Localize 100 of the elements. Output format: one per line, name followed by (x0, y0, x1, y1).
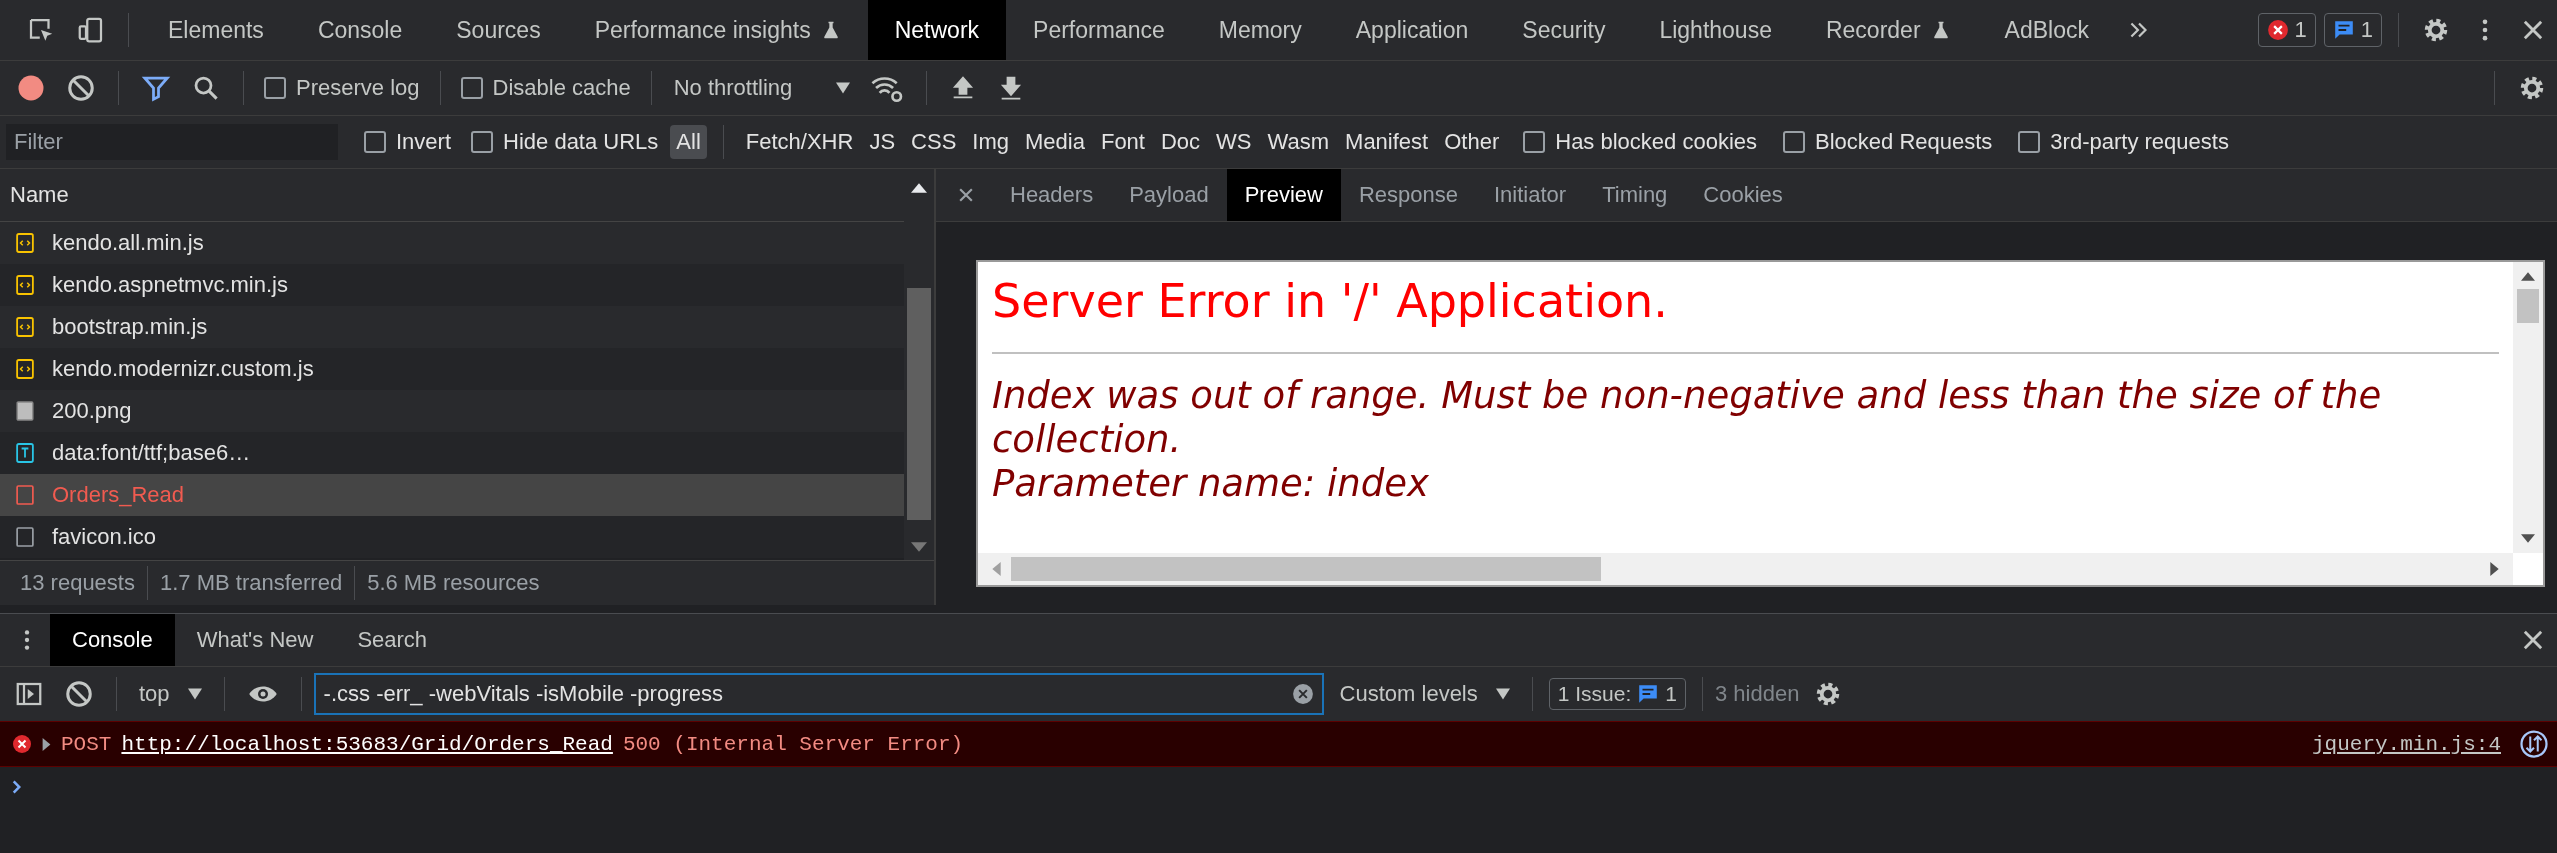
request-name: kendo.aspnetmvc.min.js (52, 272, 288, 298)
message-icon (1637, 683, 1660, 705)
record-icon[interactable] (16, 73, 46, 103)
request-name: Orders_Read (52, 482, 185, 508)
document-file-icon (16, 484, 34, 506)
request-name: kendo.all.min.js (52, 230, 204, 256)
checkbox[interactable] (364, 131, 386, 153)
type-filter[interactable]: Fetch/XHR (739, 125, 860, 159)
type-filter[interactable]: Manifest (1339, 125, 1435, 159)
scroll-down-icon[interactable] (911, 542, 927, 552)
detail-tab[interactable]: Cookies (1685, 169, 1801, 221)
panel-tab[interactable]: Security (1495, 0, 1633, 60)
type-filter[interactable]: CSS (905, 125, 963, 159)
scroll-up-icon[interactable] (911, 183, 927, 193)
scroll-down-icon[interactable] (2521, 534, 2535, 543)
type-filter[interactable]: Other (1438, 125, 1506, 159)
type-filter[interactable]: Wasm (1261, 125, 1336, 159)
source-link[interactable]: jquery.min.js:4 (2311, 732, 2501, 756)
clear-icon[interactable] (66, 73, 96, 103)
drawer-tab[interactable]: What's New (174, 614, 336, 666)
script-file-icon (16, 232, 34, 254)
checkbox-label[interactable]: Blocked Requests (1815, 129, 1993, 155)
scroll-thumb[interactable] (2517, 289, 2539, 323)
checkbox[interactable] (460, 77, 483, 99)
type-filter[interactable]: WS (1210, 125, 1258, 159)
issue-count-badge[interactable]: 1 (2323, 13, 2382, 47)
vertical-scrollbar[interactable] (2513, 262, 2543, 553)
panel-tab[interactable]: Network (867, 0, 1007, 60)
checkbox-label[interactable]: Invert (396, 129, 452, 155)
checkbox[interactable] (264, 77, 286, 99)
panel-tab[interactable]: Application (1328, 0, 1496, 60)
checkbox[interactable] (1523, 131, 1546, 153)
filter-field[interactable]: Filter (6, 124, 338, 160)
drawer-tab[interactable]: Search (335, 614, 450, 666)
panel-tab[interactable]: Recorder (1798, 0, 1978, 60)
panel-tab[interactable]: Sources (429, 0, 568, 60)
detail-tab[interactable]: Headers (992, 169, 1112, 221)
checkbox-label[interactable]: Hide data URLs (503, 129, 659, 155)
checkbox[interactable] (471, 131, 494, 153)
clear-field-icon[interactable] (1291, 683, 1314, 705)
request-row[interactable]: 200.png (0, 390, 904, 432)
message-status: 500 (Internal Server Error) (622, 732, 964, 756)
checkbox-label[interactable]: Has blocked cookies (1555, 129, 1758, 155)
request-name: favicon.ico (52, 524, 156, 550)
type-filter[interactable]: Img (966, 125, 1015, 159)
panel-tab[interactable]: Console (290, 0, 430, 60)
type-filter[interactable]: Doc (1154, 125, 1207, 159)
console-filter-field[interactable]: -.css -err_ -webVitals -isMobile -progress (313, 673, 1324, 715)
column-header[interactable]: Name (0, 169, 904, 222)
panel-tab[interactable]: Elements (141, 0, 291, 60)
error-count-badge[interactable]: 1 (2257, 13, 2316, 47)
panel-tab[interactable]: Lighthouse (1632, 0, 1799, 60)
detail-tab[interactable]: Initiator (1476, 169, 1585, 221)
horizontal-scrollbar[interactable] (978, 553, 2513, 585)
detail-tab[interactable]: Preview (1226, 169, 1341, 221)
request-name: data:font/ttf;base6… (52, 440, 251, 466)
detail-tab[interactable]: Payload (1111, 169, 1227, 221)
checkbox-label[interactable]: Disable cache (492, 75, 631, 101)
clear-icon[interactable] (64, 679, 94, 709)
scroll-up-icon[interactable] (2521, 272, 2535, 281)
request-row[interactable]: data:font/ttf;base6… (0, 432, 904, 474)
panel-tab[interactable]: Performance insights (567, 0, 868, 60)
request-row[interactable]: bootstrap.min.js (0, 306, 904, 348)
request-row[interactable]: kendo.all.min.js (0, 222, 904, 264)
throttling-dropdown[interactable]: No throttling (673, 75, 851, 101)
checkbox[interactable] (2018, 131, 2041, 153)
panel-tab[interactable]: Memory (1191, 0, 1329, 60)
prompt-chevron-icon (12, 780, 21, 794)
summary-text: 1.7 MB transferred (159, 570, 343, 596)
scroll-thumb[interactable] (1011, 557, 1601, 581)
request-row[interactable]: kendo.aspnetmvc.min.js (0, 264, 904, 306)
checkbox-label[interactable]: 3rd-party requests (2050, 129, 2229, 155)
checkbox[interactable] (1783, 131, 1806, 153)
network-arrows-icon[interactable] (2519, 729, 2549, 759)
panel-tab[interactable]: Performance (1006, 0, 1192, 60)
panel-tab[interactable]: AdBlock (1977, 0, 2116, 60)
context-dropdown[interactable]: top (139, 681, 202, 707)
error-message: Index was out of range. Must be non-negative and less than the size of the collection. (992, 374, 2383, 462)
expand-icon[interactable] (42, 737, 51, 751)
levels-dropdown[interactable]: Custom levels (1339, 681, 1510, 707)
issues-button[interactable]: 1 Issue: 1 (1548, 678, 1686, 710)
drawer-tab[interactable]: Console (50, 614, 175, 666)
scroll-right-icon[interactable] (2490, 562, 2499, 576)
scroll-thumb[interactable] (907, 288, 931, 520)
message-icon (2332, 19, 2355, 41)
type-filter[interactable]: Font (1094, 125, 1151, 159)
script-file-icon (16, 274, 34, 296)
detail-tab[interactable]: Timing (1584, 169, 1686, 221)
summary-text: 13 requests (20, 570, 135, 596)
image-file-icon (16, 400, 34, 422)
request-url-link[interactable]: http://localhost:53683/Grid/Orders_Read (121, 732, 613, 756)
request-row[interactable]: favicon.ico (0, 516, 904, 558)
type-filter[interactable]: Media (1019, 125, 1091, 159)
detail-tab[interactable]: Response (1340, 169, 1476, 221)
checkbox-label[interactable]: Preserve log (296, 75, 420, 101)
request-row[interactable]: kendo.modernizr.custom.js (0, 348, 904, 390)
scrollbar[interactable] (904, 169, 934, 560)
document-file-icon (16, 526, 34, 548)
type-filter[interactable]: JS (863, 125, 902, 159)
type-filter[interactable]: All (670, 125, 707, 159)
